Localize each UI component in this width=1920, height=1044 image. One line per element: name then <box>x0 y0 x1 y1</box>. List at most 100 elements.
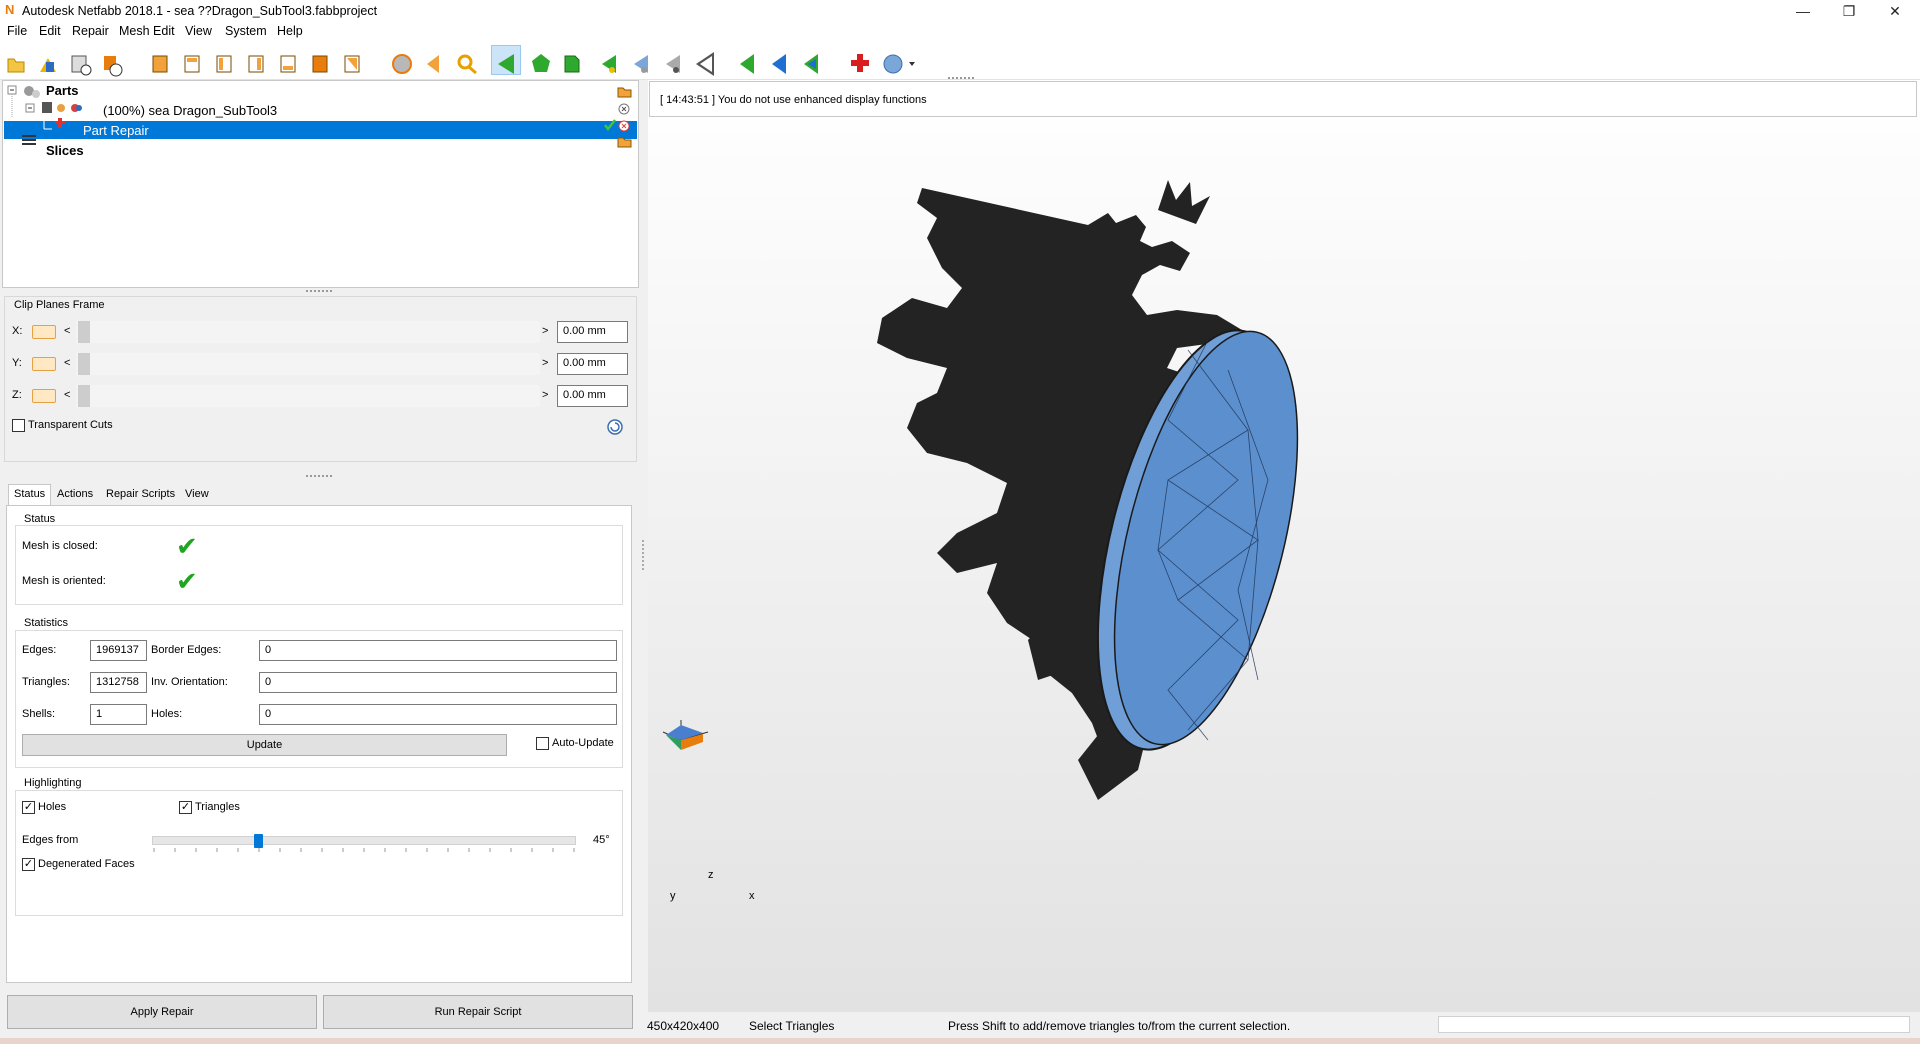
splitter-grip[interactable] <box>306 290 332 293</box>
menu-view[interactable]: View <box>185 24 212 38</box>
chevron-right-icon[interactable]: > <box>542 389 548 401</box>
add-triangle-icon <box>602 55 616 73</box>
inv-orientation-value: 0 <box>259 672 617 693</box>
statistics-group-title: Statistics <box>21 617 72 629</box>
slider-ticks <box>153 848 575 852</box>
repair-cross-icon <box>851 54 869 72</box>
mesh-closed-check-icon: ✔ <box>176 531 198 561</box>
update-button[interactable]: Update <box>22 734 507 756</box>
clip-y-label: Y: <box>12 357 22 369</box>
edges-value: 1969137 <box>90 640 147 661</box>
tab-view[interactable]: View <box>180 485 214 505</box>
tab-status[interactable]: Status <box>8 484 52 506</box>
toolbar-icons <box>7 52 915 77</box>
view-bottom-icon <box>312 55 328 73</box>
border-edges-label: Border Edges: <box>151 644 222 656</box>
auto-update-label: Auto-Update <box>552 737 614 749</box>
chevron-left-icon[interactable]: < <box>64 357 70 369</box>
axis-x-label: x <box>749 890 755 902</box>
cut-icon <box>696 52 714 76</box>
tab-actions[interactable]: Actions <box>52 485 98 505</box>
clip-x-input[interactable]: 0.00 mm <box>557 321 628 343</box>
3d-model-render[interactable] <box>648 120 1920 1010</box>
visible-icon <box>57 104 65 112</box>
menu-help[interactable]: Help <box>277 24 303 38</box>
transparent-cuts-label: Transparent Cuts <box>28 419 113 431</box>
chevron-left-icon[interactable]: < <box>64 325 70 337</box>
clip-y-color[interactable] <box>32 357 56 371</box>
edges-angle-slider[interactable] <box>152 836 576 845</box>
status-progress-area <box>1438 1016 1910 1033</box>
clip-z-thumb[interactable] <box>78 385 90 407</box>
edges-angle-thumb[interactable] <box>254 834 263 848</box>
vertical-splitter[interactable] <box>642 540 645 570</box>
tab-repair-scripts[interactable]: Repair Scripts <box>101 485 180 505</box>
edges-label: Edges: <box>22 644 57 656</box>
auto-update-checkbox[interactable] <box>536 737 549 750</box>
close-repair-icon <box>618 120 630 132</box>
clip-z-slider[interactable] <box>76 385 540 407</box>
tree-part-repair-label[interactable]: Part Repair <box>83 123 149 138</box>
tree-slices-label[interactable]: Slices <box>46 143 84 158</box>
clip-y-input[interactable]: 0.00 mm <box>557 353 628 375</box>
clip-x-thumb[interactable] <box>78 321 90 343</box>
invert-selection-icon <box>666 55 680 73</box>
holes-checkbox[interactable]: ✓ <box>22 801 35 814</box>
search-icon <box>457 54 477 75</box>
console-message: [ 14:43:51 ] You do not use enhanced dis… <box>660 94 927 106</box>
clip-x-color[interactable] <box>32 325 56 339</box>
clip-y-thumb[interactable] <box>78 353 90 375</box>
status-mode: Select Triangles <box>749 1019 835 1033</box>
close-icon[interactable]: ✕ <box>1872 0 1918 22</box>
minimize-icon[interactable]: — <box>1780 0 1826 22</box>
splitter-grip[interactable] <box>306 475 332 478</box>
view-left-icon <box>216 55 232 73</box>
transparent-cuts-checkbox[interactable] <box>12 419 25 432</box>
clip-z-input[interactable]: 0.00 mm <box>557 385 628 407</box>
reset-clip-icon[interactable] <box>606 418 624 436</box>
status-hint: Press Shift to add/remove triangles to/f… <box>948 1019 1291 1033</box>
tree-parts-label[interactable]: Parts <box>46 83 79 98</box>
mesh-closed-label: Mesh is closed: <box>22 540 98 552</box>
shells-value: 1 <box>90 704 147 725</box>
menu-system[interactable]: System <box>225 24 267 38</box>
menu-mesh-edit[interactable]: Mesh Edit <box>119 24 175 38</box>
viewport-grip[interactable] <box>948 77 974 80</box>
message-console: [ 14:43:51 ] You do not use enhanced dis… <box>649 81 1917 117</box>
holes-value: 0 <box>259 704 617 725</box>
remove-part-icon <box>618 103 630 115</box>
axis-gizmo <box>662 720 709 750</box>
degenerated-faces-checkbox[interactable]: ✓ <box>22 858 35 871</box>
add-part-icon <box>40 58 56 72</box>
mesh-oriented-check-icon: ✔ <box>176 566 198 596</box>
clip-z-color[interactable] <box>32 389 56 403</box>
mesh-oriented-label: Mesh is oriented: <box>22 575 106 587</box>
clip-x-slider[interactable] <box>76 321 540 343</box>
menu-file[interactable]: File <box>7 24 27 38</box>
apply-repair-button[interactable]: Apply Repair <box>7 995 317 1029</box>
select-shell-icon <box>564 55 580 73</box>
clip-y-slider[interactable] <box>76 353 540 375</box>
tree-part-label[interactable]: (100%) sea Dragon_SubTool3 <box>103 103 277 118</box>
inv-orientation-label: Inv. Orientation: <box>151 676 228 688</box>
menu-edit[interactable]: Edit <box>39 24 61 38</box>
chevron-right-icon[interactable]: > <box>542 325 548 337</box>
edges-angle-value: 45° <box>593 834 610 846</box>
axis-z-label: z <box>708 869 714 881</box>
select-triangles-icon <box>498 54 514 74</box>
menu-repair[interactable]: Repair <box>72 24 109 38</box>
slices-folder-icon <box>617 137 632 148</box>
window-title: Autodesk Netfabb 2018.1 - sea ??Dragon_S… <box>22 4 378 18</box>
view-top-icon <box>280 55 296 73</box>
triangles-checkbox-label: Triangles <box>195 801 240 813</box>
chevron-right-icon[interactable]: > <box>542 357 548 369</box>
axis-y-label: y <box>670 890 676 902</box>
run-repair-script-button[interactable]: Run Repair Script <box>323 995 633 1029</box>
triangles-checkbox[interactable]: ✓ <box>179 801 192 814</box>
select-surface-icon <box>532 54 550 72</box>
view-right-icon <box>248 55 264 73</box>
restore-icon[interactable]: ❐ <box>1826 0 1872 22</box>
triangles-label: Triangles: <box>22 676 70 688</box>
scale-icon <box>804 54 818 74</box>
chevron-left-icon[interactable]: < <box>64 389 70 401</box>
